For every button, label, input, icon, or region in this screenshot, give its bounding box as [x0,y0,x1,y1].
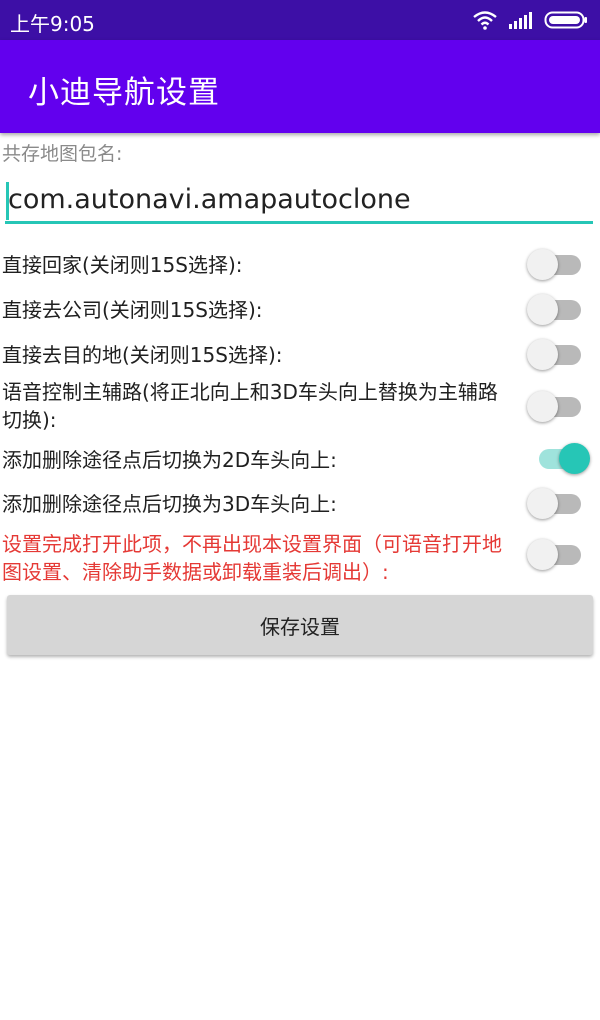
app-title: 小迪导航设置 [28,75,220,111]
package-name-input[interactable] [5,178,593,224]
battery-icon [544,11,587,29]
setting-label-go-home: 直接回家(关闭则15S选择): [2,253,243,277]
setting-label-switch-3d-heading-up: 添加删除途径点后切换为3D车头向上: [2,492,337,516]
setting-label-go-company: 直接去公司(关闭则15S选择): [2,298,263,322]
toggle-switch-2d-heading-up[interactable] [527,442,590,474]
status-time: 上午9:05 [10,12,95,36]
signal-icon [509,12,532,29]
toggle-go-home[interactable] [527,248,583,280]
toggle-hide-settings-page[interactable] [527,538,583,570]
app-bar: 小迪导航设置 [0,40,600,133]
package-label: 共存地图包名: [2,143,123,165]
toggle-switch-3d-heading-up[interactable] [527,487,583,519]
text-cursor [6,182,9,220]
toggle-thumb [527,339,558,370]
toggle-thumb [527,249,558,280]
setting-label-voice-main-aux-road: 语音控制主辅路(将正北向上和3D车头向上替换为主辅路切换): [2,380,498,432]
status-icons [472,9,588,31]
wifi-icon [473,11,497,30]
status-bar: 上午9:05 [0,0,600,40]
toggle-thumb [559,443,590,474]
setting-label-hide-settings-page: 设置完成打开此项，不再出现本设置界面（可语音打开地图设置、清除助手数据或卸载重装… [2,532,502,584]
toggle-thumb [527,391,558,422]
save-settings-button[interactable]: 保存设置 [7,595,593,655]
toggle-voice-main-aux-road[interactable] [527,390,583,422]
toggle-go-company[interactable] [527,293,583,325]
toggle-thumb [527,488,558,519]
setting-label-go-destination: 直接去目的地(关闭则15S选择): [2,343,283,367]
toggle-thumb [527,294,558,325]
toggle-go-destination[interactable] [527,338,583,370]
setting-label-switch-2d-heading-up: 添加删除途径点后切换为2D车头向上: [2,448,337,472]
toggle-thumb [527,539,558,570]
